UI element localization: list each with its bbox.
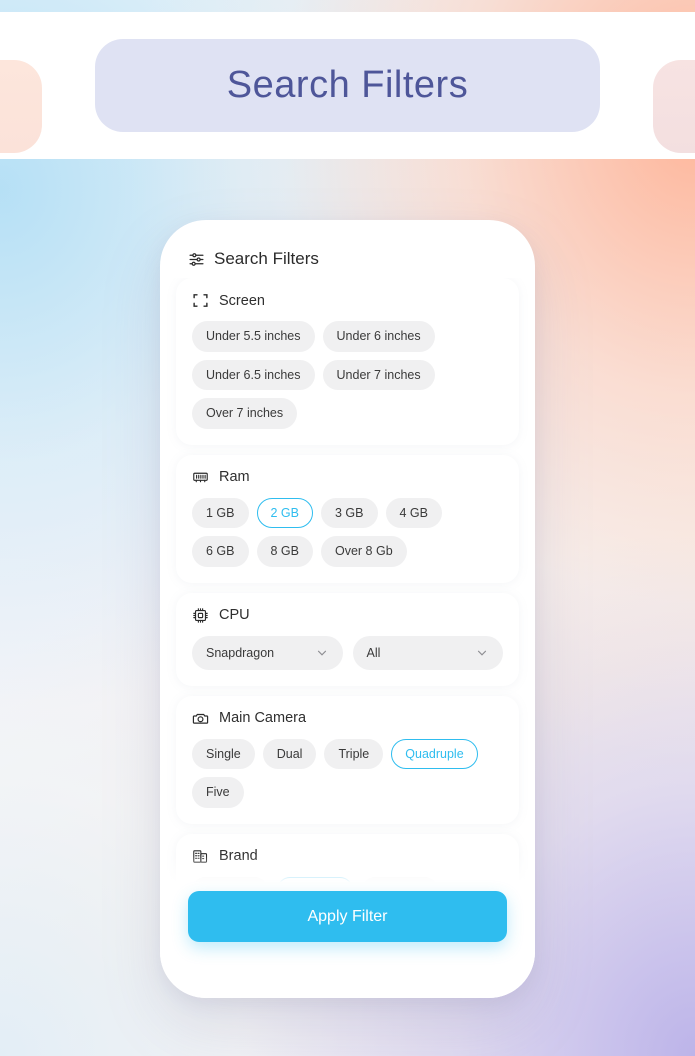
chip-ram-2[interactable]: 3 GB xyxy=(321,497,378,528)
filters-scroll-area[interactable]: Screen Under 5.5 inches Under 6 inches U… xyxy=(160,278,535,890)
apply-filter-button[interactable]: Apply Filter xyxy=(188,891,507,942)
screen-title-label: Search Filters xyxy=(214,249,319,268)
section-label-cpu: CPU xyxy=(219,607,250,623)
camera-icon xyxy=(192,710,209,727)
chip-ram-5[interactable]: 8 GB xyxy=(256,536,313,567)
chip-camera-2[interactable]: Triple xyxy=(324,738,384,769)
section-label-ram: Ram xyxy=(219,469,250,485)
decorative-pill-left xyxy=(0,60,42,153)
chip-group-main-camera: Single Dual Triple Quadruple Five xyxy=(192,738,503,808)
section-header-ram: Ram xyxy=(192,469,503,486)
chip-camera-1[interactable]: Dual xyxy=(262,738,317,769)
scan-frame-icon xyxy=(192,292,209,309)
filter-section-screen: Screen Under 5.5 inches Under 6 inches U… xyxy=(176,278,519,445)
filter-section-main-camera: Main Camera Single Dual Triple Quadruple… xyxy=(176,695,519,824)
header-band: Search Filters xyxy=(0,12,695,159)
filter-section-brand: Brand Apple HUAWEI xyxy=(176,833,519,890)
chip-screen-1[interactable]: Under 6 inches xyxy=(322,321,435,352)
chevron-down-icon xyxy=(315,646,329,660)
chip-screen-2[interactable]: Under 6.5 inches xyxy=(192,359,315,390)
cpu-brand-select-value: Snapdragon xyxy=(206,645,275,660)
decorative-pill-right xyxy=(653,60,695,153)
chip-camera-4[interactable]: Five xyxy=(192,777,244,808)
section-header-main-camera: Main Camera xyxy=(192,710,503,727)
chip-ram-4[interactable]: 6 GB xyxy=(192,536,249,567)
chip-camera-0[interactable]: Single xyxy=(192,738,255,769)
memory-stick-icon xyxy=(192,469,209,486)
page-title: Search Filters xyxy=(226,64,469,106)
cpu-chip-icon xyxy=(192,607,209,624)
header-pill: Search Filters xyxy=(95,39,600,132)
chip-ram-1[interactable]: 2 GB xyxy=(256,497,313,528)
filter-section-cpu: CPU Snapdragon All xyxy=(176,592,519,686)
screen-title: Search Filters xyxy=(160,220,535,270)
filter-section-ram: Ram 1 GB 2 GB 3 GB 4 GB 6 GB 8 GB Over 8… xyxy=(176,454,519,583)
select-group-cpu: Snapdragon All xyxy=(192,635,503,670)
chip-screen-0[interactable]: Under 5.5 inches xyxy=(192,321,315,352)
section-header-screen: Screen xyxy=(192,292,503,309)
brand-tile-lg[interactable]: LG xyxy=(362,876,438,890)
chip-screen-4[interactable]: Over 7 inches xyxy=(192,398,298,429)
chip-screen-3[interactable]: Under 7 inches xyxy=(322,359,435,390)
section-label-brand: Brand xyxy=(219,848,258,864)
chip-camera-3[interactable]: Quadruple xyxy=(391,738,478,769)
section-label-main-camera: Main Camera xyxy=(219,710,307,726)
cpu-brand-select[interactable]: Snapdragon xyxy=(192,635,343,670)
section-header-brand: Brand xyxy=(192,848,503,865)
building-icon xyxy=(192,848,209,865)
brand-grid: Apple HUAWEI LG SAMSUNG xyxy=(192,876,503,890)
cpu-model-select-value: All xyxy=(366,645,381,660)
chip-group-ram: 1 GB 2 GB 3 GB 4 GB 6 GB 8 GB Over 8 Gb xyxy=(192,497,503,567)
chip-group-screen: Under 5.5 inches Under 6 inches Under 6.… xyxy=(192,321,503,429)
chip-ram-6[interactable]: Over 8 Gb xyxy=(321,536,407,567)
chip-ram-3[interactable]: 4 GB xyxy=(385,497,442,528)
sliders-filter-icon xyxy=(188,251,205,268)
chevron-down-icon xyxy=(475,646,489,660)
apply-filter-bar: Apply Filter xyxy=(160,891,535,998)
section-label-screen: Screen xyxy=(219,292,265,309)
phone-mockup: Search Filters Screen Under 5.5 inches U… xyxy=(160,220,535,998)
brand-tile-huawei[interactable]: HUAWEI xyxy=(277,876,353,890)
chip-ram-0[interactable]: 1 GB xyxy=(192,497,249,528)
brand-tile-apple[interactable]: Apple xyxy=(192,876,268,890)
section-header-cpu: CPU xyxy=(192,607,503,624)
cpu-model-select[interactable]: All xyxy=(352,635,503,670)
